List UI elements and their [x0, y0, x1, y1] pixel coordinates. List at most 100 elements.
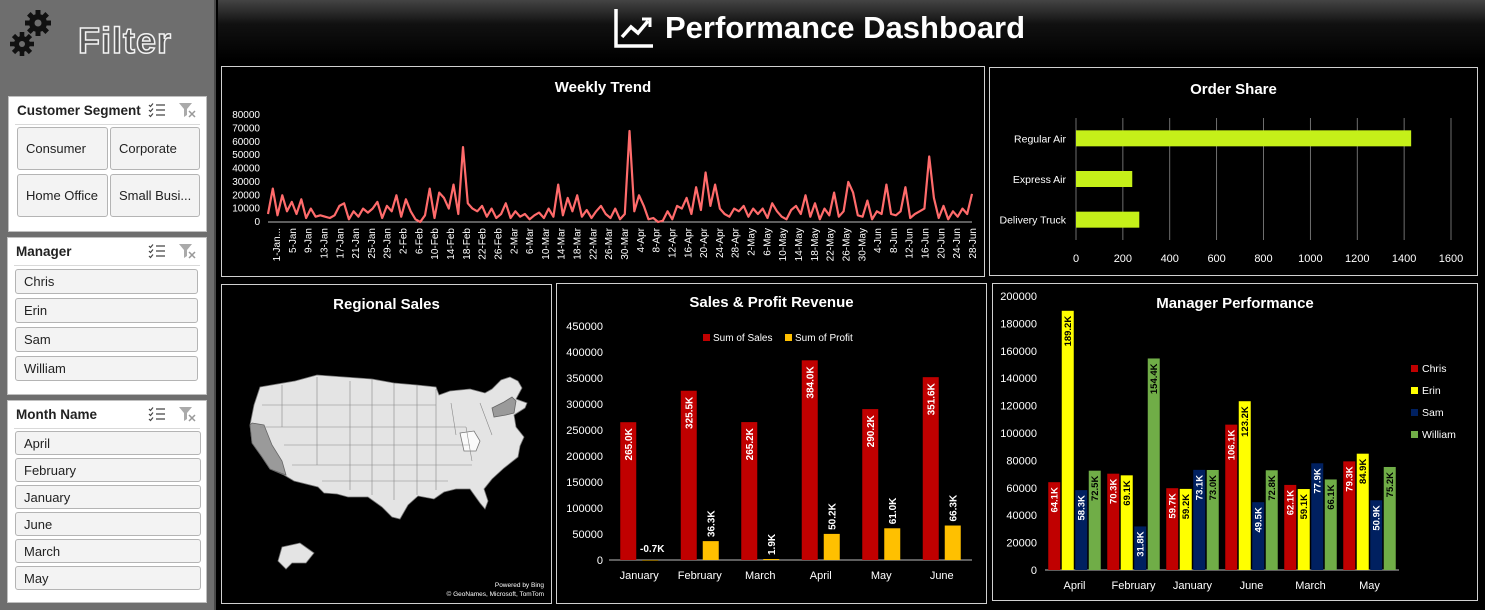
x-tick-label: 18-Feb [462, 228, 473, 260]
data-label-chris: 59.7K [1168, 493, 1179, 518]
x-tick-label: 200 [1114, 253, 1132, 265]
slicer-item-sam[interactable]: Sam [15, 327, 198, 352]
slicer-header: Manager [14, 238, 200, 266]
alaska-shape [277, 542, 315, 570]
x-category-label: January [1173, 580, 1213, 592]
data-label-erin: 59.2K [1181, 494, 1192, 519]
slicer-item-april[interactable]: April [15, 431, 201, 455]
data-label-sales: 384.0K [806, 366, 817, 399]
data-label-profit: 1.9K [767, 533, 778, 555]
filter-sidebar: Filter Customer Segment Consumer Corpora… [0, 0, 216, 610]
x-category-label: June [1240, 580, 1264, 592]
data-label-william: 154.4K [1149, 363, 1160, 394]
multi-select-icon[interactable] [148, 406, 166, 422]
manager-performance-chart: 0 20000 40000 60000 80000 100000 120000 140000 1… [1000, 291, 1456, 592]
x-tick-label: 800 [1254, 253, 1272, 265]
x-category-label: May [871, 570, 892, 582]
multi-select-icon[interactable] [148, 102, 166, 118]
filter-header: Filter [0, 0, 216, 90]
month-name-slicer: Month Name April February January June M… [7, 400, 207, 603]
y-tick-label: 60000 [1006, 483, 1037, 495]
x-tick-label: 12-Jun [905, 228, 916, 259]
dashboard-header: Performance Dashboard [218, 0, 1485, 60]
bar-profit [944, 525, 961, 560]
slicer-title: Month Name [16, 407, 97, 422]
x-tick-label: 9-Jan [304, 228, 315, 253]
y-tick-label: 40000 [232, 164, 260, 175]
data-label-erin: 123.2K [1240, 406, 1251, 437]
slicer-item-march[interactable]: March [15, 539, 201, 563]
clear-filter-icon[interactable] [178, 243, 196, 259]
multi-select-icon[interactable] [148, 243, 166, 259]
legend-swatch-erin [1411, 387, 1418, 394]
x-tick-label: 28-Apr [731, 227, 742, 258]
bar-erin [1061, 310, 1074, 570]
map-attribution-copyright: © GeoNames, Microsoft, TomTom [447, 590, 545, 598]
y-tick-label: 250000 [566, 425, 603, 437]
x-tick-label: 10-Feb [430, 228, 441, 260]
clear-filter-icon[interactable] [178, 102, 196, 118]
map-attribution-bing: Powered by Bing [495, 582, 545, 589]
data-label-erin: 69.1K [1122, 480, 1133, 505]
data-label-sam: 58.3K [1077, 495, 1088, 520]
x-category-label: May [1359, 580, 1380, 592]
y-tick-label: 450000 [566, 321, 603, 333]
x-tick-label: 13-Jan [319, 228, 330, 259]
sales-profit-panel: Sales & Profit Revenue 0 50000 100000 15000… [556, 283, 987, 604]
x-tick-label: 1600 [1439, 253, 1463, 265]
data-label-sam: 77.9K [1313, 468, 1324, 493]
slicer-item-february[interactable]: February [15, 458, 201, 482]
legend-label-erin: Erin [1422, 385, 1441, 397]
legend-label-sam: Sam [1422, 407, 1444, 419]
y-tick-label: 0 [597, 555, 603, 567]
data-label-profit: 36.3K [707, 510, 718, 537]
x-category-label: April [1063, 580, 1085, 592]
x-tick-label: 24-Jun [952, 228, 963, 259]
data-label-profit: 66.3K [949, 494, 960, 521]
y-tick-label: 100000 [566, 503, 603, 515]
y-tick-label: 180000 [1000, 318, 1037, 330]
slicer-item-may[interactable]: May [15, 566, 201, 590]
x-tick-label: 14-May [794, 228, 805, 261]
x-tick-label: 22-Feb [478, 228, 489, 260]
x-tick-label: 8-Apr [652, 227, 663, 252]
y-tick-label: 150000 [566, 477, 603, 489]
x-tick-label: 20-Apr [699, 227, 710, 258]
data-label-william: 72.5K [1090, 476, 1101, 501]
slicer-item-january[interactable]: January [15, 485, 201, 509]
bar-profit [823, 533, 840, 560]
y-tick-label: 50000 [232, 150, 260, 161]
x-tick-label: 18-May [810, 228, 821, 261]
data-label-sales: 265.0K [624, 427, 635, 460]
slicer-item-corporate[interactable]: Corporate [110, 127, 200, 170]
order-share-chart: 0 200 400 600 800 1000 1200 1400 1600 Regular Air… [999, 118, 1463, 265]
x-tick-label: 20-Jun [936, 228, 947, 259]
y-tick-label: 10000 [232, 204, 260, 215]
slicer-item-consumer[interactable]: Consumer [17, 127, 108, 170]
slicer-item-erin[interactable]: Erin [15, 298, 198, 323]
y-tick-label: 20000 [232, 190, 260, 201]
data-label-profit: -0.7K [640, 544, 665, 555]
x-tick-label: 400 [1161, 253, 1179, 265]
y-tick-label: 60000 [232, 137, 260, 148]
data-label-william: 72.8K [1267, 475, 1278, 500]
x-category-label: February [678, 570, 723, 582]
data-label-sales: 351.6K [927, 382, 938, 415]
order-share-panel: Order Share 0 200 400 600 800 1000 1200 1400 160… [989, 67, 1478, 276]
slicer-item-june[interactable]: June [15, 512, 201, 536]
slicer-item-small-business[interactable]: Small Busi... [110, 174, 200, 217]
order-bar [1076, 130, 1412, 147]
data-label-chris: 79.3K [1345, 466, 1356, 491]
data-label-chris: 106.1K [1227, 430, 1238, 461]
x-tick-label: 6-May [762, 228, 773, 256]
slicer-item-chris[interactable]: Chris [15, 269, 198, 294]
data-label-chris: 62.1K [1286, 490, 1297, 515]
y-tick-label: 20000 [1006, 538, 1037, 550]
x-tick-label: 600 [1207, 253, 1225, 265]
x-tick-label: 6-Feb [414, 228, 425, 255]
y-tick-label: 120000 [1000, 401, 1037, 413]
slicer-item-william[interactable]: William [15, 356, 198, 381]
y-tick-label: 50000 [572, 529, 603, 541]
clear-filter-icon[interactable] [178, 406, 196, 422]
slicer-item-home-office[interactable]: Home Office [17, 174, 108, 217]
